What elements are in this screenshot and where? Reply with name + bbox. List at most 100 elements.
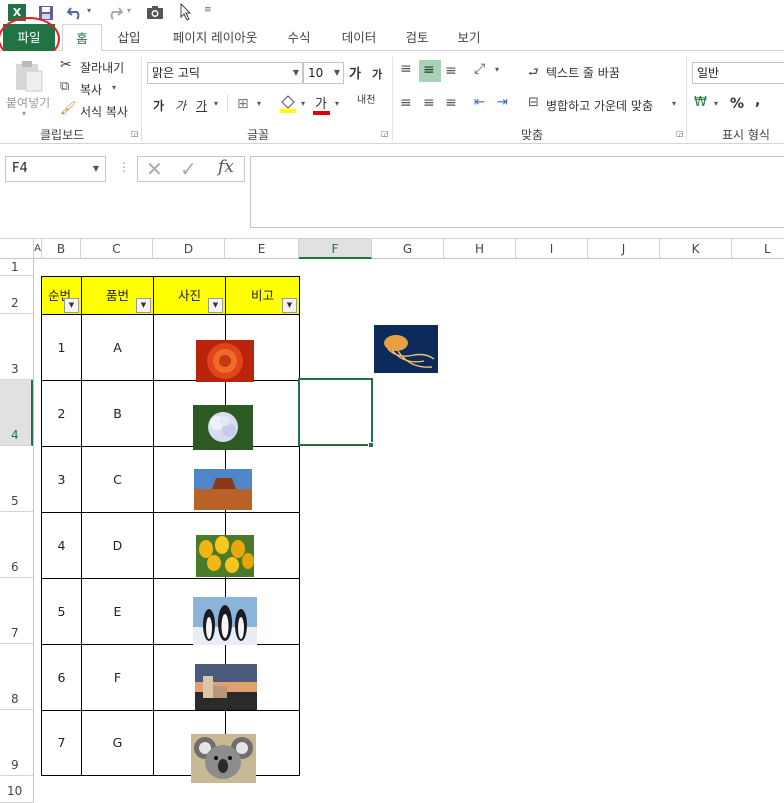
undo-icon[interactable] — [66, 4, 84, 20]
paste-icon[interactable] — [12, 59, 46, 93]
column-header-c[interactable]: C — [81, 239, 153, 259]
increase-indent-icon[interactable]: ⇥ — [497, 95, 508, 110]
cell-no[interactable]: 2 — [41, 380, 82, 447]
font-launcher-icon[interactable]: ◲ — [381, 129, 389, 138]
desert-photo[interactable] — [194, 469, 252, 510]
cell-code[interactable]: A — [81, 314, 154, 381]
number-format-combo[interactable]: 일반 — [692, 62, 784, 84]
filter-dropdown-icon[interactable]: ▼ — [64, 298, 79, 313]
filter-dropdown-icon[interactable]: ▼ — [282, 298, 297, 313]
cell-code[interactable]: G — [81, 710, 154, 776]
flower-photo[interactable] — [196, 340, 254, 382]
row-header-5[interactable]: 5 — [0, 446, 33, 512]
align-right-icon[interactable]: ≡ — [445, 95, 457, 111]
table-header-photo[interactable]: 사진 ▼ — [153, 276, 226, 315]
underline-button[interactable]: 가 — [196, 97, 207, 114]
decrease-indent-icon[interactable]: ⇤ — [474, 95, 485, 110]
name-box[interactable]: F4 ▼ — [5, 156, 106, 182]
table-header-note[interactable]: 비고 ▼ — [225, 276, 300, 315]
column-header-d[interactable]: D — [153, 239, 225, 259]
orientation-dropdown-icon[interactable]: ▾ — [495, 65, 499, 74]
fill-color-dropdown-icon[interactable]: ▾ — [301, 99, 305, 108]
table-header-code[interactable]: 품번 ▼ — [81, 276, 154, 315]
copy-button[interactable]: 복사 — [80, 81, 102, 98]
column-header-h[interactable]: H — [444, 239, 516, 259]
row-header-9[interactable]: 9 — [0, 710, 33, 776]
border-icon[interactable]: ⊞ — [237, 96, 249, 112]
accounting-format-icon[interactable]: ₩ — [694, 95, 707, 110]
wrap-text-button[interactable]: 텍스트 줄 바꿈 — [546, 64, 620, 81]
column-header-f[interactable]: F — [299, 239, 372, 259]
shrink-font-button[interactable]: 가 — [372, 66, 382, 82]
row-header-2[interactable]: 2 — [0, 276, 33, 314]
align-bottom-icon[interactable]: ≡ — [445, 63, 457, 79]
selected-cell-f4[interactable] — [298, 378, 373, 446]
paste-button[interactable]: 붙여넣기 — [6, 94, 50, 111]
cut-button[interactable]: 잘라내기 — [80, 59, 124, 76]
percent-button[interactable]: % — [730, 96, 744, 112]
tab-formulas[interactable]: 수식 — [278, 24, 320, 51]
insert-function-button[interactable]: fx — [218, 157, 234, 177]
select-all-corner[interactable] — [0, 239, 34, 259]
enter-icon[interactable]: ✓ — [180, 157, 197, 181]
fill-handle[interactable] — [368, 442, 374, 448]
row-header-1[interactable]: 1 — [0, 259, 33, 276]
row-header-7[interactable]: 7 — [0, 578, 33, 644]
lighthouse-photo[interactable] — [195, 664, 257, 710]
row-header-4[interactable]: 4 — [0, 380, 33, 446]
border-dropdown-icon[interactable]: ▾ — [257, 99, 261, 108]
paste-dropdown-icon[interactable]: ▾ — [22, 109, 26, 118]
fill-color-icon[interactable] — [279, 94, 297, 114]
redo-icon[interactable] — [106, 4, 124, 20]
format-painter-button[interactable]: 서식 복사 — [80, 103, 128, 120]
column-header-k[interactable]: K — [660, 239, 732, 259]
cell-no[interactable]: 1 — [41, 314, 82, 381]
cell-code[interactable]: D — [81, 512, 154, 579]
column-header-b[interactable]: B — [42, 239, 81, 259]
hydrangea-photo[interactable] — [193, 405, 253, 450]
filter-dropdown-icon[interactable]: ▼ — [208, 298, 223, 313]
align-left-icon[interactable]: ≡ — [400, 95, 412, 111]
filter-dropdown-icon[interactable]: ▼ — [136, 298, 151, 313]
underline-dropdown-icon[interactable]: ▾ — [214, 99, 218, 108]
clipboard-launcher-icon[interactable]: ◲ — [131, 129, 139, 138]
column-header-a[interactable]: A — [34, 239, 42, 259]
cell-no[interactable]: 3 — [41, 446, 82, 513]
grow-font-button[interactable]: 가 — [349, 63, 361, 82]
tulips-photo[interactable] — [196, 535, 254, 577]
align-top-icon[interactable]: ≡ — [400, 61, 412, 77]
column-header-j[interactable]: J — [588, 239, 660, 259]
cell-code[interactable]: E — [81, 578, 154, 645]
merge-center-button[interactable]: 병합하고 가운데 맞춤 — [546, 97, 653, 114]
bold-button[interactable]: 가 — [153, 97, 164, 114]
merge-dropdown-icon[interactable]: ▾ — [672, 99, 676, 108]
column-header-i[interactable]: I — [516, 239, 588, 259]
phonetic-button[interactable]: 내천 — [357, 95, 375, 106]
alignment-launcher-icon[interactable]: ◲ — [676, 129, 684, 138]
align-center-icon[interactable]: ≡ — [423, 95, 435, 111]
cell-code[interactable]: B — [81, 380, 154, 447]
copy-dropdown-icon[interactable]: ▾ — [112, 83, 116, 92]
koala-photo[interactable] — [191, 734, 256, 783]
tab-insert[interactable]: 삽입 — [108, 24, 150, 51]
tab-data[interactable]: 데이터 — [332, 24, 386, 51]
tab-view[interactable]: 보기 — [448, 24, 490, 51]
cursor-icon[interactable] — [180, 3, 192, 21]
font-size-combo[interactable]: 10 ▼ — [303, 62, 344, 84]
italic-button[interactable]: 가 — [175, 97, 186, 114]
cell-code[interactable]: C — [81, 446, 154, 513]
cell-no[interactable]: 5 — [41, 578, 82, 645]
camera-icon[interactable] — [146, 5, 164, 20]
row-header-6[interactable]: 6 — [0, 512, 33, 578]
font-color-button[interactable]: 가 — [315, 93, 327, 112]
customize-qat-icon[interactable]: ≡ — [204, 5, 212, 15]
undo-dropdown-icon[interactable]: ▾ — [87, 6, 91, 15]
cell-no[interactable]: 7 — [41, 710, 82, 776]
comma-button[interactable]: , — [755, 93, 760, 109]
orientation-icon[interactable]: ⤢ — [474, 61, 485, 77]
cell-no[interactable]: 4 — [41, 512, 82, 579]
column-header-l[interactable]: L — [732, 239, 784, 259]
formula-input[interactable] — [250, 156, 784, 228]
accounting-dropdown-icon[interactable]: ▾ — [714, 99, 718, 108]
row-header-8[interactable]: 8 — [0, 644, 33, 710]
